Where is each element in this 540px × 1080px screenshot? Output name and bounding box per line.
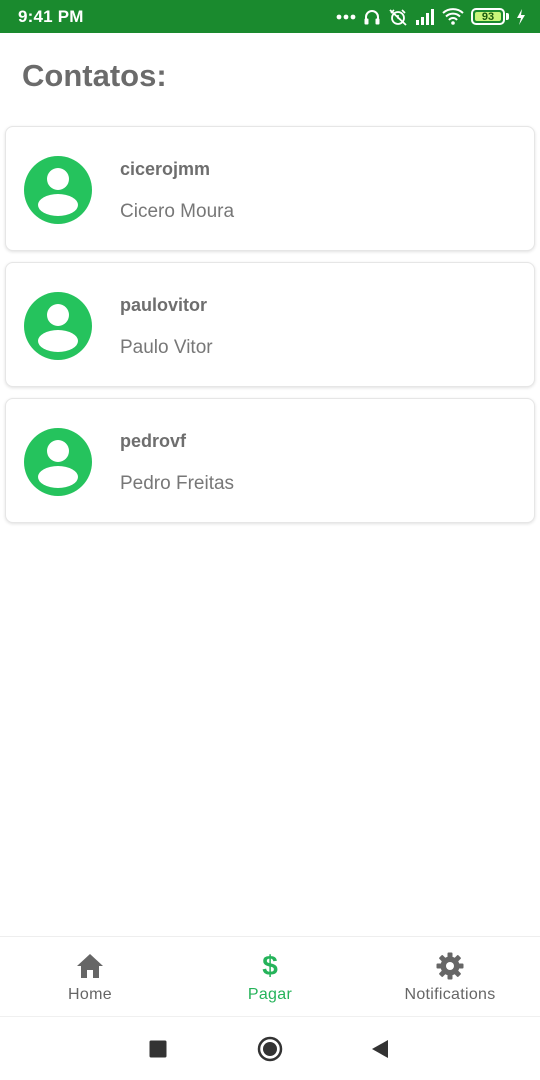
recents-square-icon[interactable] <box>128 1017 188 1080</box>
avatar-icon <box>24 428 92 496</box>
more-dots-icon <box>336 14 356 20</box>
charging-icon <box>516 8 526 25</box>
contact-list: cicerojmm Cicero Moura paulovitor Paulo … <box>5 126 535 534</box>
headphones-icon <box>363 8 381 26</box>
avatar-icon <box>24 156 92 224</box>
dollar-icon: $ <box>262 951 278 981</box>
bottom-nav: Home $ Pagar Notifications <box>0 936 540 1016</box>
contact-username: cicerojmm <box>120 159 211 179</box>
nav-label: Home <box>68 986 112 1003</box>
home-circle-icon[interactable] <box>240 1017 300 1080</box>
contact-card[interactable]: pedrovf Pedro Freitas <box>5 398 535 523</box>
contact-username: pedrovf <box>120 431 187 451</box>
status-bar: 9:41 PM 93 <box>0 0 540 33</box>
contact-card[interactable]: paulovitor Paulo Vitor <box>5 262 535 387</box>
status-icons: 93 <box>336 8 526 26</box>
battery-level: 93 <box>481 10 495 23</box>
gear-icon <box>436 951 464 981</box>
avatar-icon <box>24 292 92 360</box>
contact-username: paulovitor <box>120 295 208 315</box>
battery-icon: 93 <box>471 8 505 25</box>
nav-label: Pagar <box>247 986 293 1003</box>
alarm-off-icon <box>388 8 408 26</box>
contact-fullname: Paulo Vitor <box>120 337 213 358</box>
back-triangle-icon[interactable] <box>350 1017 410 1080</box>
wifi-icon <box>442 8 464 25</box>
system-nav-bar <box>0 1016 540 1080</box>
dollar-symbol: $ <box>262 950 278 981</box>
nav-notifications[interactable]: Notifications <box>360 937 540 1016</box>
signal-icon <box>415 8 435 25</box>
page-title: Contatos: <box>22 58 167 93</box>
status-time: 9:41 PM <box>18 6 84 26</box>
contact-fullname: Pedro Freitas <box>120 473 235 494</box>
contact-card[interactable]: cicerojmm Cicero Moura <box>5 126 535 251</box>
home-icon <box>76 951 104 981</box>
contact-fullname: Cicero Moura <box>120 201 235 222</box>
nav-home[interactable]: Home <box>0 937 180 1016</box>
nav-pagar[interactable]: $ Pagar <box>180 937 360 1016</box>
nav-label: Notifications <box>404 986 496 1003</box>
